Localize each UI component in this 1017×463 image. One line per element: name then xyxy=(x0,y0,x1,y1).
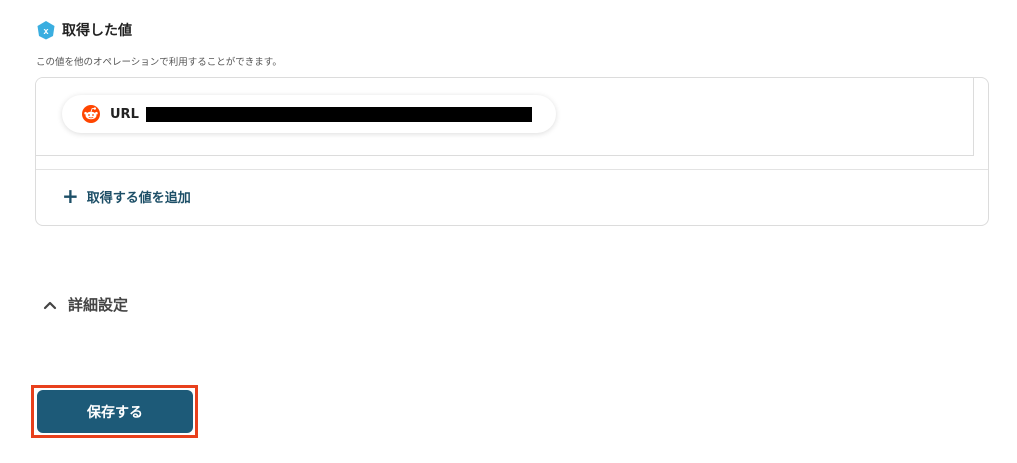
advanced-settings-toggle[interactable]: 詳細設定 xyxy=(42,294,128,315)
value-chip-url[interactable]: URL xyxy=(62,95,556,133)
add-value-button[interactable]: + 取得する値を追加 xyxy=(62,186,191,206)
x-badge-icon: x xyxy=(37,21,55,40)
section-title: 取得した値 xyxy=(62,23,132,39)
page: x 取得した値 この値を他のオペレーションで利用することができます。 URL +… xyxy=(0,0,1017,463)
section-header: x 取得した値 xyxy=(36,20,132,40)
values-scroll-gutter xyxy=(36,156,988,170)
redacted-value xyxy=(146,107,532,122)
plus-icon: + xyxy=(62,184,79,208)
section-description: この値を他のオペレーションで利用することができます。 xyxy=(36,57,282,68)
svg-text:x: x xyxy=(43,26,48,36)
add-value-label: 取得する値を追加 xyxy=(86,190,191,206)
values-list[interactable]: URL xyxy=(36,78,974,156)
value-chip-label: URL xyxy=(110,106,139,122)
values-card: URL + 取得する値を追加 xyxy=(35,77,989,226)
advanced-settings-label: 詳細設定 xyxy=(68,296,129,314)
chevron-up-icon xyxy=(43,301,57,309)
reddit-icon xyxy=(82,105,100,123)
save-button[interactable]: 保存する xyxy=(37,390,193,433)
